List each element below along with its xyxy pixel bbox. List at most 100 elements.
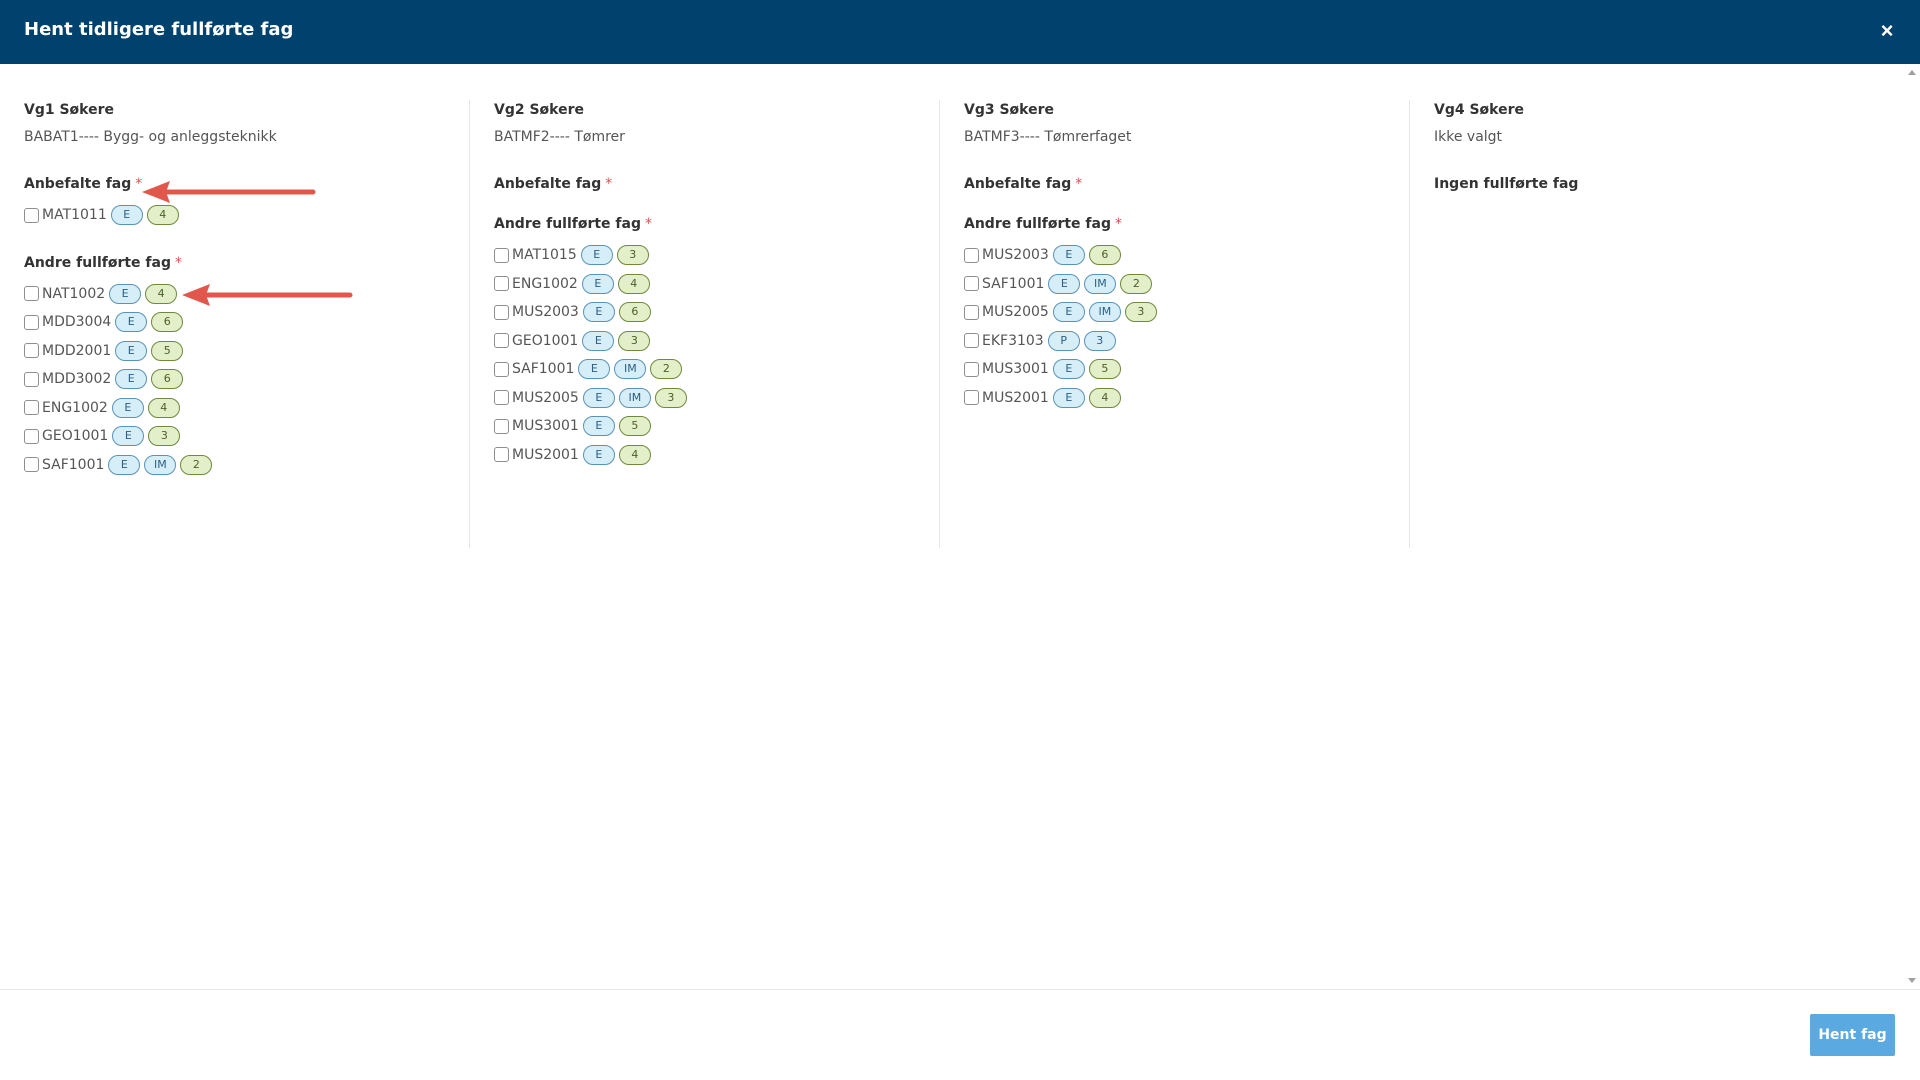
subject-badge: E [115, 312, 148, 333]
subject-row[interactable]: SAF1001 E IM 2 [494, 355, 964, 384]
subject-badge: E [1052, 302, 1085, 323]
required-marker: * [1115, 216, 1122, 232]
subject-row[interactable]: EKF3103 P 3 [964, 327, 1434, 356]
subject-checkbox[interactable] [24, 371, 39, 387]
subject-code: GEO1001 [512, 332, 579, 349]
fetch-subjects-button[interactable]: Hent fag [1810, 1014, 1895, 1056]
subject-badge: E [115, 340, 148, 361]
column-program: Ikke valgt [1434, 129, 1503, 145]
subject-badge: IM [618, 387, 651, 408]
other-completed-subjects-label: Andre fullførte fag * [24, 254, 182, 271]
subject-badge: 2 [650, 359, 683, 380]
subject-badge: E [1052, 359, 1085, 380]
subject-badge: 5 [618, 416, 651, 437]
required-marker: * [605, 176, 613, 192]
subject-checkbox[interactable] [24, 314, 39, 330]
subject-row[interactable]: MUS2005 E IM 3 [494, 384, 964, 413]
subject-checkbox[interactable] [24, 343, 39, 359]
subject-checkbox[interactable] [964, 304, 979, 320]
subject-badge: 5 [151, 340, 184, 361]
subject-row[interactable]: SAF1001 E IM 2 [24, 451, 494, 480]
subject-badge: 2 [180, 454, 213, 475]
subject-badge: 5 [1088, 359, 1121, 380]
fetch-completed-subjects-modal: Hent tidligere fullførte fag × Vg1 Søker… [0, 0, 1920, 1080]
subject-row[interactable]: ENG1002 E 4 [24, 394, 494, 423]
subject-code: MAT1015 [512, 247, 577, 264]
subject-checkbox[interactable] [964, 333, 979, 349]
subject-checkbox[interactable] [494, 390, 509, 406]
subject-row[interactable]: MDD3004 E 6 [24, 308, 494, 337]
subject-checkbox[interactable] [24, 428, 39, 444]
subject-checkbox[interactable] [24, 207, 39, 223]
subject-badge: 4 [617, 273, 650, 294]
subject-checkbox[interactable] [494, 333, 509, 349]
subject-checkbox[interactable] [964, 390, 979, 406]
subject-badge: E [1052, 387, 1085, 408]
subject-badge: IM [1088, 302, 1121, 323]
column-title: Vg4 Søkere [1434, 102, 1525, 118]
subject-badge: 6 [151, 369, 184, 390]
subject-badge: 6 [151, 312, 184, 333]
subject-checkbox[interactable] [964, 361, 979, 377]
column-title: Vg3 Søkere [964, 102, 1055, 118]
subject-checkbox[interactable] [24, 400, 39, 416]
subject-checkbox[interactable] [964, 276, 979, 292]
subject-checkbox[interactable] [24, 457, 39, 473]
subject-checkbox[interactable] [494, 304, 509, 320]
subject-row[interactable]: ENG1002 E 4 [494, 270, 964, 299]
subject-row[interactable]: SAF1001 E IM 2 [964, 270, 1434, 299]
subject-row[interactable]: MDD3002 E 6 [24, 365, 494, 394]
subject-badge: 6 [618, 302, 651, 323]
subject-badge: 3 [1083, 330, 1116, 351]
subject-row[interactable]: GEO1001 E 3 [494, 327, 964, 356]
subject-badge: 4 [618, 444, 651, 465]
recommended-subjects-label: Anbefalte fag * [494, 176, 613, 192]
subject-code: EKF3103 [982, 332, 1044, 349]
other-completed-subjects-label: Andre fullførte fag * [494, 216, 652, 232]
subject-code: MUS2003 [512, 304, 579, 321]
subject-code: MUS2005 [512, 389, 579, 406]
subject-badge: P [1047, 330, 1080, 351]
subject-badge: 3 [148, 426, 181, 447]
subject-row[interactable]: MUS2003 E 6 [494, 298, 964, 327]
subject-row[interactable]: MDD2001 E 5 [24, 337, 494, 366]
subject-row[interactable]: MAT1015 E 3 [494, 241, 964, 270]
subject-checkbox[interactable] [494, 447, 509, 463]
subject-checkbox[interactable] [494, 247, 509, 263]
subject-row[interactable]: GEO1001 E 3 [24, 422, 494, 451]
subject-code: MUS3001 [512, 418, 579, 435]
subject-checkbox[interactable] [964, 247, 979, 263]
subject-checkbox[interactable] [494, 361, 509, 377]
subject-row[interactable]: MUS2005 E IM 3 [964, 298, 1434, 327]
column-divider [1409, 100, 1410, 548]
column-program: BATMF2---- Tømrer [494, 129, 625, 145]
scroll-up-arrow-icon[interactable] [1908, 70, 1916, 75]
required-marker: * [175, 254, 182, 271]
subject-badge: E [581, 273, 614, 294]
subject-badge: 2 [1120, 273, 1153, 294]
column-program: BABAT1---- Bygg- og anleggsteknikk [24, 129, 277, 145]
subject-row[interactable]: MUS2001 E 4 [964, 384, 1434, 413]
subject-row[interactable]: MUS2001 E 4 [494, 441, 964, 470]
modal-body[interactable]: Vg1 Søkere BABAT1---- Bygg- og anleggste… [0, 64, 1905, 989]
modal-footer: Hent fag [0, 989, 1920, 1080]
subject-row[interactable]: MUS3001 E 5 [494, 412, 964, 441]
close-button[interactable]: × [1870, 14, 1904, 48]
subject-code: MAT1011 [42, 207, 107, 224]
subject-row[interactable]: MUS3001 E 5 [964, 355, 1434, 384]
subject-badge: 4 [146, 205, 179, 226]
required-marker: * [1075, 176, 1083, 192]
subject-code: GEO1001 [42, 428, 109, 445]
subject-checkbox[interactable] [494, 418, 509, 434]
subject-badge: E [1048, 273, 1081, 294]
column-divider [469, 100, 470, 548]
subject-badge: E [578, 359, 611, 380]
scroll-down-arrow-icon[interactable] [1908, 978, 1916, 983]
subject-badge: E [109, 283, 142, 304]
subject-code: MDD3004 [42, 314, 112, 331]
subject-checkbox[interactable] [494, 276, 509, 292]
subject-row[interactable]: MUS2003 E 6 [964, 241, 1434, 270]
vertical-scrollbar[interactable] [1905, 64, 1920, 989]
subject-checkbox[interactable] [24, 286, 39, 302]
subject-badge: E [112, 426, 145, 447]
